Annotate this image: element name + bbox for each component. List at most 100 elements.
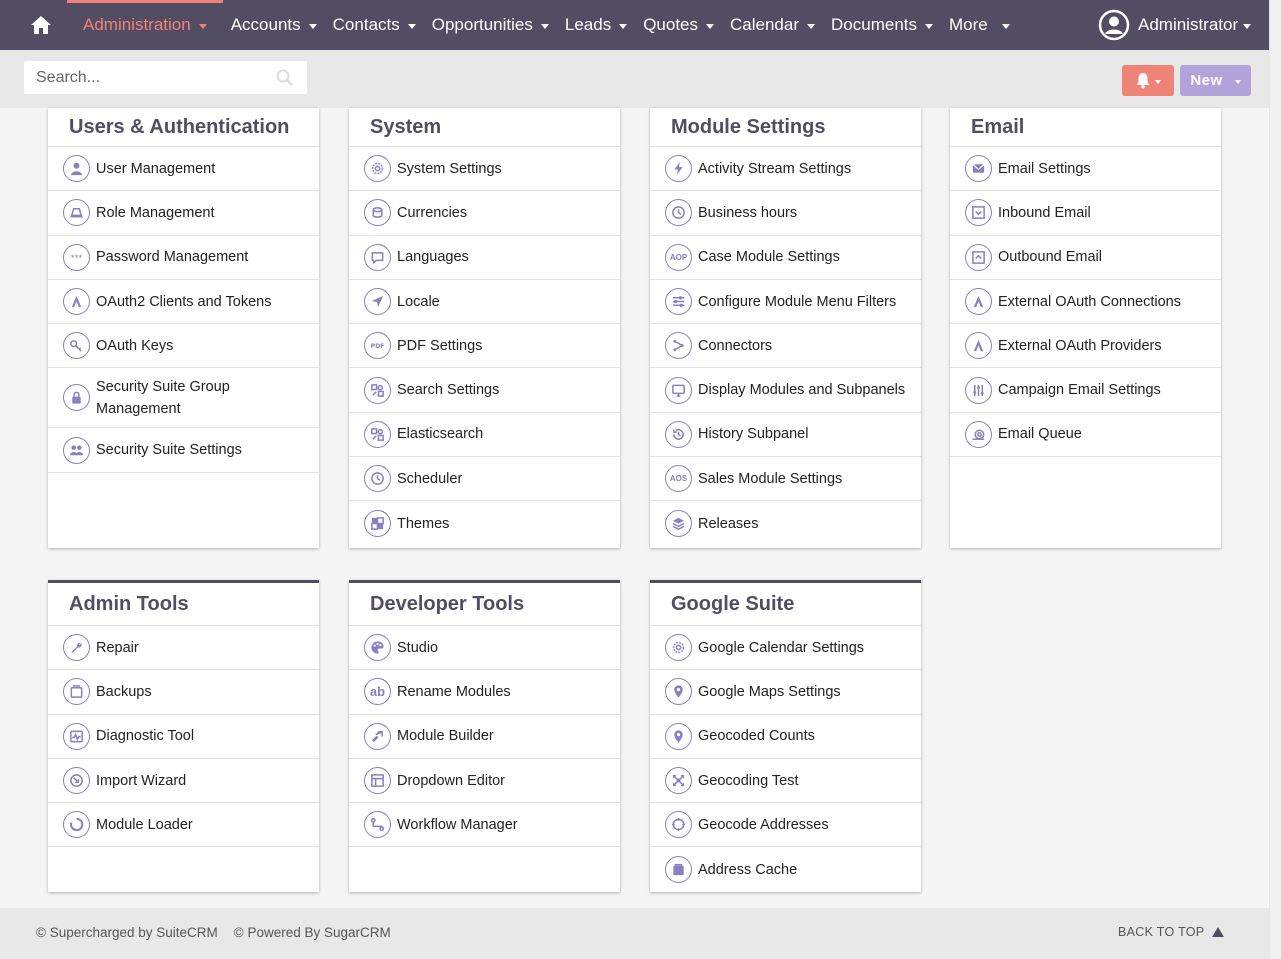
back-to-top-button[interactable]: BACK TO TOP: [1118, 925, 1225, 939]
link-inbound-email[interactable]: Inbound Email: [950, 191, 1221, 236]
pulse-icon: [63, 722, 90, 750]
link-rename-modules[interactable]: ab Rename Modules: [349, 670, 620, 715]
link-external-oauth-connections[interactable]: External OAuth Connections: [950, 280, 1221, 325]
link-languages[interactable]: Languages: [349, 236, 620, 280]
link-locale[interactable]: Locale: [349, 280, 620, 325]
cache-icon-glyph: [673, 864, 684, 876]
link-user-management[interactable]: User Management: [48, 147, 319, 192]
link-repair[interactable]: Repair: [48, 626, 319, 671]
aos-icon: AOS: [665, 465, 692, 493]
link-geocoding-test[interactable]: Geocoding Test: [650, 759, 921, 804]
link-geocode-addresses[interactable]: Geocode Addresses: [650, 803, 921, 848]
link-case-module[interactable]: AOP Case Module Settings: [650, 236, 921, 280]
monitor-icon: [665, 376, 692, 404]
link-campaign-email-settings[interactable]: Campaign Email Settings: [950, 368, 1221, 413]
panel-admin-tools: Admin Tools Repair Backups Diagnostic To…: [48, 580, 319, 892]
inbox-icon: [965, 199, 992, 227]
import-icon: [63, 767, 90, 795]
wrench-icon: [63, 634, 90, 662]
nav-opportunities[interactable]: Opportunities: [424, 0, 557, 50]
lightning-icon-glyph: [674, 162, 683, 176]
link-role-management[interactable]: Role Management: [48, 191, 319, 236]
link-module-menu-filters[interactable]: Configure Module Menu Filters: [650, 280, 921, 325]
link-security-suite-group[interactable]: Security Suite Group Management: [48, 368, 319, 429]
crosshair-icon-glyph: [671, 818, 686, 832]
nav-accounts[interactable]: Accounts: [223, 0, 325, 50]
panel-users-authentication: Users & Authentication User Management R…: [48, 108, 319, 548]
ab-text: ab: [369, 684, 386, 700]
link-geocoded-counts[interactable]: Geocoded Counts: [650, 715, 921, 759]
ab-icon: ab: [364, 678, 391, 706]
link-email-queue[interactable]: Email Queue: [950, 413, 1221, 458]
lock-icon: [63, 384, 90, 412]
scrollbar[interactable]: [1269, 0, 1281, 959]
link-email-settings[interactable]: Email Settings: [950, 147, 1221, 192]
link-google-maps-settings[interactable]: Google Maps Settings: [650, 670, 921, 715]
link-connectors[interactable]: Connectors: [650, 324, 921, 369]
nav-documents[interactable]: Documents: [823, 0, 941, 50]
link-studio[interactable]: Studio: [349, 626, 620, 671]
backup-icon: [63, 678, 90, 706]
supercharged-link[interactable]: © Supercharged by SuiteCRM: [36, 925, 218, 940]
password-icon: ***: [63, 243, 90, 271]
themes-icon: [364, 510, 391, 538]
link-address-cache[interactable]: Address Cache: [650, 847, 921, 891]
search-icon[interactable]: [275, 68, 295, 88]
link-google-calendar-settings[interactable]: Google Calendar Settings: [650, 626, 921, 671]
link-search-settings[interactable]: Search Settings: [349, 368, 620, 413]
link-outbound-email[interactable]: Outbound Email: [950, 236, 1221, 280]
link-releases[interactable]: Releases: [650, 501, 921, 545]
link-oauth-keys[interactable]: OAuth Keys: [48, 324, 319, 369]
link-external-oauth-providers[interactable]: External OAuth Providers: [950, 324, 1221, 369]
nav-leads[interactable]: Leads: [557, 0, 635, 50]
nav-quotes[interactable]: Quotes: [635, 0, 722, 50]
search-settings-icon-glyph: [371, 383, 384, 397]
link-display-modules[interactable]: Display Modules and Subpanels: [650, 368, 921, 413]
link-currencies[interactable]: Currencies: [349, 191, 620, 236]
nav-administration[interactable]: Administration: [67, 0, 223, 50]
link-workflow-manager[interactable]: Workflow Manager: [349, 803, 620, 848]
link-pdf-settings[interactable]: PDF PDF Settings: [349, 324, 620, 369]
chevron-down-icon: [1234, 79, 1241, 84]
link-diagnostic-tool[interactable]: Diagnostic Tool: [48, 715, 319, 759]
link-module-loader[interactable]: Module Loader: [48, 803, 319, 848]
lock-icon-glyph: [72, 392, 81, 405]
link-sales-module[interactable]: AOS Sales Module Settings: [650, 457, 921, 502]
chevron-down-icon: [1243, 23, 1252, 29]
link-business-hours[interactable]: Business hours: [650, 191, 921, 236]
link-dropdown-editor[interactable]: Dropdown Editor: [349, 759, 620, 804]
search-input[interactable]: [24, 62, 264, 93]
password-icon-glyph: ***: [71, 253, 83, 262]
home-button[interactable]: [24, 8, 58, 42]
nav-calendar[interactable]: Calendar: [722, 0, 823, 50]
palette-icon-glyph: [371, 641, 384, 654]
user-menu[interactable]: Administrator: [1098, 9, 1252, 41]
chevron-down-icon: [308, 23, 317, 29]
cache-icon: [665, 856, 692, 884]
link-backups[interactable]: Backups: [48, 670, 319, 715]
new-button[interactable]: New: [1180, 65, 1251, 96]
main-nav: Administration Accounts Contacts Opportu…: [67, 0, 1018, 50]
chevron-down-icon: [198, 23, 207, 29]
link-themes[interactable]: Themes: [349, 501, 620, 545]
oauth-icon-glyph: [71, 295, 82, 308]
dropdown-icon-glyph: [371, 774, 384, 787]
key-icon: [63, 332, 90, 360]
nav-contacts[interactable]: Contacts: [325, 0, 424, 50]
bell-icon: [1136, 73, 1150, 89]
wrench-icon-glyph: [71, 642, 82, 654]
link-history-subpanel[interactable]: History Subpanel: [650, 413, 921, 458]
sliders-icon: [665, 288, 692, 316]
link-password-management[interactable]: *** Password Management: [48, 236, 319, 280]
link-system-settings[interactable]: System Settings: [349, 147, 620, 192]
link-oauth2-clients[interactable]: OAuth2 Clients and Tokens: [48, 280, 319, 325]
alerts-button[interactable]: [1122, 65, 1174, 96]
link-elasticsearch[interactable]: Elasticsearch: [349, 413, 620, 458]
link-module-builder[interactable]: Module Builder: [349, 715, 620, 759]
link-import-wizard[interactable]: Import Wizard: [48, 759, 319, 804]
link-activity-stream[interactable]: Activity Stream Settings: [650, 147, 921, 192]
powered-link[interactable]: © Powered By SugarCRM: [234, 925, 391, 940]
link-security-suite-settings[interactable]: Security Suite Settings: [48, 428, 319, 473]
link-scheduler[interactable]: Scheduler: [349, 457, 620, 502]
nav-more[interactable]: More: [941, 0, 1018, 50]
